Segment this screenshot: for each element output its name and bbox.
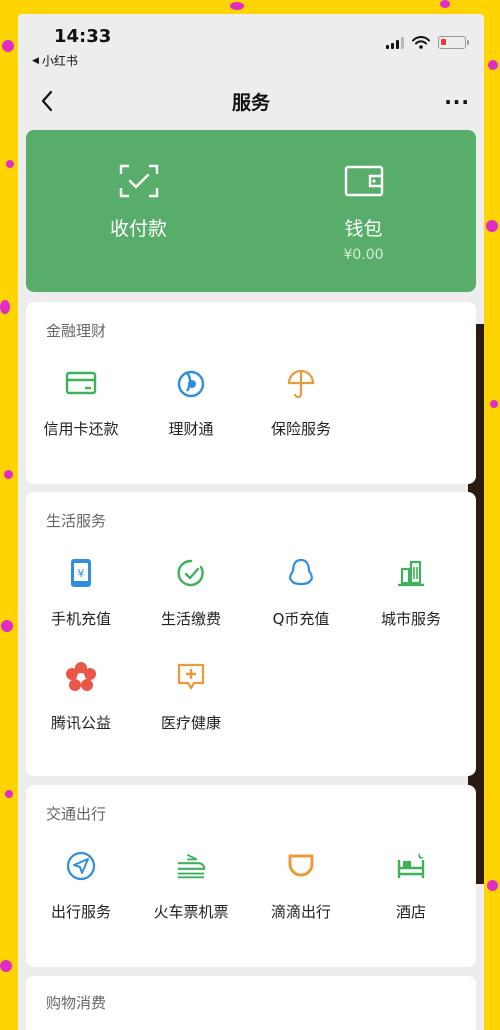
nav-bar: 服务 ··· [18, 76, 484, 128]
service-phone-recharge[interactable]: ¥ 手机充值 [26, 556, 136, 660]
status-icons [386, 36, 469, 49]
didi-icon [284, 849, 318, 883]
service-label: 生活缴费 [160, 610, 221, 628]
decor-dot [2, 40, 14, 52]
service-label: 滴滴出行 [270, 903, 331, 921]
service-label: 出行服务 [50, 903, 111, 921]
decor-dot [6, 160, 14, 168]
train-plane-icon [174, 849, 208, 883]
decor-dot [230, 2, 244, 10]
page-title: 服务 [231, 92, 270, 114]
section-shopping: 购物消费 [26, 976, 476, 1030]
penguin-icon [284, 556, 318, 590]
pay-receive-label: 收付款 [109, 218, 167, 240]
back-to-app-link[interactable]: ◀ 小红书 [32, 52, 78, 69]
service-label: 理财通 [168, 420, 214, 438]
decor-dot [490, 400, 498, 408]
service-bill-pay[interactable]: 生活缴费 [136, 556, 246, 660]
battery-icon [438, 36, 469, 49]
section-title: 生活服务 [46, 512, 107, 530]
bill-pay-icon [174, 556, 208, 590]
service-hotel[interactable]: 酒店 [356, 849, 466, 953]
back-triangle-icon: ◀ [32, 55, 39, 66]
service-didi[interactable]: 滴滴出行 [246, 849, 356, 953]
service-label: 酒店 [395, 903, 426, 921]
status-time: 14:33 [54, 26, 112, 47]
wallet-label: 钱包 [344, 218, 383, 240]
service-qcoin[interactable]: Q币充值 [246, 556, 356, 660]
decor-dot [1, 620, 13, 632]
service-medical[interactable]: 医疗健康 [136, 660, 246, 764]
service-label: 城市服务 [380, 610, 441, 628]
more-button[interactable]: ··· [444, 90, 470, 114]
credit-card-icon [64, 366, 98, 400]
decor-dot [486, 220, 498, 232]
service-label: 腾讯公益 [50, 714, 111, 732]
svg-text:¥: ¥ [78, 567, 85, 580]
decor-dot [5, 790, 13, 798]
decor-dot [488, 60, 498, 70]
section-transport: 交通出行 出行服务 火车票机票 滴滴出行 酒店 [26, 785, 476, 967]
service-charity[interactable]: 腾讯公益 [26, 660, 136, 764]
service-label: 信用卡还款 [43, 420, 119, 438]
service-wealth[interactable]: 理财通 [136, 366, 246, 470]
service-label: 火车票机票 [153, 903, 229, 921]
status-bar: 14:33 ◀ 小红书 [18, 14, 484, 76]
decor-dot [440, 0, 450, 8]
decor-dot [0, 300, 10, 314]
wallet-balance: ¥0.00 [343, 247, 384, 263]
wallet-icon [344, 165, 383, 197]
charity-flower-icon [64, 660, 98, 694]
navigation-icon [64, 849, 98, 883]
section-life: 生活服务 ¥ 手机充值 生活缴费 Q币充值 城市服务 腾讯公益 医疗健康 [26, 492, 476, 776]
service-label: 医疗健康 [160, 714, 221, 732]
scan-pay-icon [119, 164, 158, 198]
hotel-bed-icon [394, 849, 428, 883]
wallet-card: 收付款 钱包 ¥0.00 [26, 130, 476, 292]
section-finance: 金融理财 信用卡还款 理财通 保险服务 [26, 302, 476, 484]
medical-icon [174, 660, 208, 694]
service-label: 保险服务 [270, 420, 331, 438]
wifi-icon [412, 36, 430, 49]
section-title: 金融理财 [46, 322, 107, 340]
cellular-signal-icon [386, 36, 404, 49]
section-title: 购物消费 [46, 994, 107, 1012]
wealth-icon [174, 366, 208, 400]
service-credit-card-repay[interactable]: 信用卡还款 [26, 366, 136, 470]
section-title: 交通出行 [46, 805, 107, 823]
service-label: 手机充值 [50, 610, 111, 628]
phone-screen: 14:33 ◀ 小红书 服务 ··· 收付款 钱包 ¥0.00 金融理财 信用卡… [18, 14, 484, 1030]
umbrella-icon [284, 366, 318, 400]
pay-receive-button[interactable]: 收付款 [26, 130, 251, 292]
wallet-button[interactable]: 钱包 ¥0.00 [251, 130, 476, 292]
service-label: Q币充值 [272, 610, 330, 628]
phone-recharge-icon: ¥ [64, 556, 98, 590]
decor-dot [487, 880, 498, 891]
service-travel[interactable]: 出行服务 [26, 849, 136, 953]
city-icon [394, 556, 428, 590]
service-city[interactable]: 城市服务 [356, 556, 466, 660]
service-train-plane[interactable]: 火车票机票 [136, 849, 246, 953]
decor-dot [4, 470, 13, 479]
back-app-label: 小红书 [41, 54, 78, 68]
service-insurance[interactable]: 保险服务 [246, 366, 356, 470]
decor-dot [0, 960, 12, 972]
